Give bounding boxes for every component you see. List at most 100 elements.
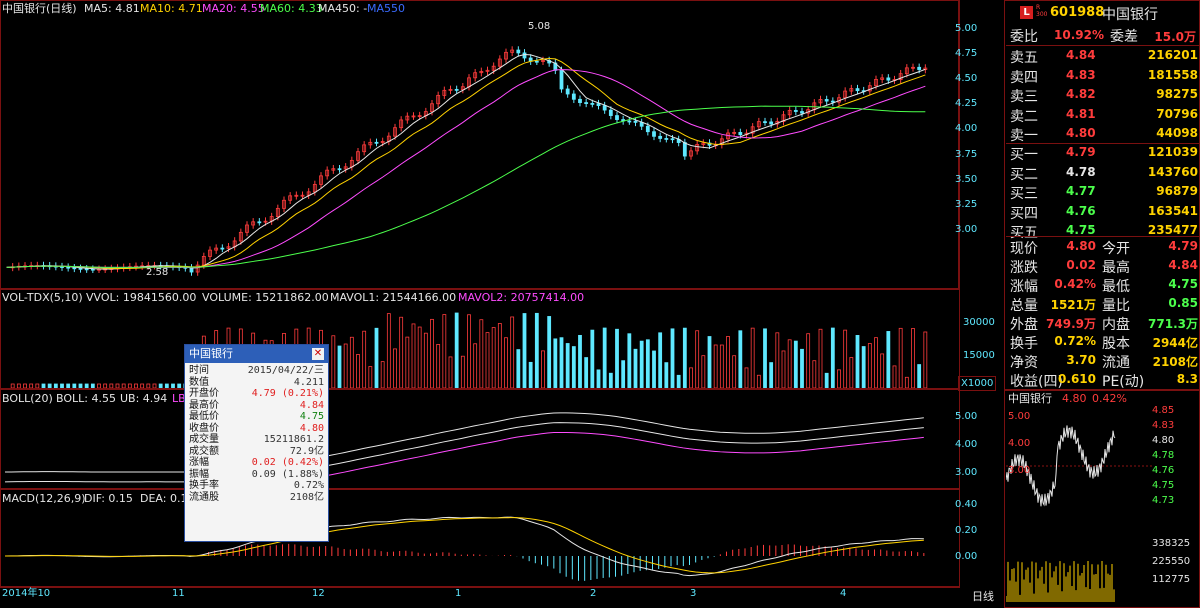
stat-row: 收益(四) 0.610 PE(动) 8.3 bbox=[1006, 370, 1200, 390]
intraday-chart[interactable] bbox=[1006, 404, 1152, 604]
candle-body bbox=[337, 168, 342, 171]
stat-label: 净资 bbox=[1010, 355, 1038, 371]
volume-bar bbox=[744, 367, 749, 388]
volume-bar bbox=[781, 350, 786, 388]
volume-bar bbox=[393, 348, 397, 388]
bid-row[interactable]: 买一 4.79 121039 bbox=[1006, 143, 1200, 163]
volume-bar bbox=[898, 327, 903, 388]
macd-chart[interactable] bbox=[0, 504, 958, 588]
tooltip-row-label: 振幅 bbox=[189, 468, 209, 480]
candle-body bbox=[257, 221, 262, 224]
tooltip-row: 开盘价 4.79 (0.21%) bbox=[185, 388, 328, 400]
intraday-price-tick: 4.83 bbox=[1152, 420, 1175, 431]
bid-row[interactable]: 买四 4.76 163541 bbox=[1006, 202, 1200, 222]
order-level-volume: 70796 bbox=[1156, 106, 1198, 121]
volume-bar bbox=[719, 344, 724, 388]
volume-bar bbox=[436, 344, 441, 388]
volume-bar bbox=[633, 348, 638, 388]
order-level-label: 买二 bbox=[1010, 166, 1038, 183]
candle-body bbox=[565, 88, 570, 95]
order-level-label: 买四 bbox=[1010, 205, 1038, 222]
ask-row[interactable]: 卖五 4.84 216201 bbox=[1006, 46, 1200, 66]
volume-bar bbox=[510, 316, 515, 388]
moving-average-line bbox=[6, 105, 926, 268]
macd-dea-line bbox=[4, 517, 924, 574]
intraday-price-tick: 4.78 bbox=[1152, 450, 1175, 461]
volume-bar bbox=[713, 344, 718, 388]
ask-row[interactable]: 卖一 4.80 44098 bbox=[1006, 124, 1200, 144]
stat-label: 换手 bbox=[1010, 336, 1038, 352]
candle-body bbox=[652, 131, 656, 137]
stat-row: 涨跌 0.02 最高 4.84 bbox=[1006, 256, 1200, 276]
candle-body bbox=[596, 103, 601, 106]
mini-subtitle: 日线 bbox=[972, 590, 994, 603]
stat-value: 0.02 bbox=[1066, 258, 1096, 272]
volume-chart[interactable] bbox=[0, 304, 958, 388]
bid-row[interactable]: 买二 4.78 143760 bbox=[1006, 163, 1200, 183]
volume-bar bbox=[127, 383, 132, 388]
tooltip-titlebar[interactable]: 中国银行 ✕ bbox=[185, 345, 328, 363]
volume-bar bbox=[923, 331, 928, 388]
intraday-volume-tick: 112775 bbox=[1152, 574, 1191, 585]
quote-header: L R 300 601988 中国银行 bbox=[1006, 4, 1200, 24]
volume-bar bbox=[670, 328, 675, 388]
intraday-price-tick: 4.75 bbox=[1152, 480, 1175, 491]
mini-left-tick: 4.00 bbox=[1008, 438, 1031, 449]
volume-bar bbox=[53, 383, 58, 388]
tooltip-row: 换手率 0.72% bbox=[185, 480, 328, 492]
data-tooltip-window[interactable]: 中国银行 ✕ 时间 2015/04/22/三 数值 4.211 开盘价 4.79 (0.2… bbox=[184, 344, 329, 542]
volume-bar bbox=[639, 340, 644, 388]
candlestick-chart[interactable] bbox=[0, 14, 958, 288]
candle-body bbox=[90, 268, 95, 271]
volume-bar bbox=[349, 336, 354, 388]
volume-bar bbox=[874, 337, 878, 388]
candle-body bbox=[645, 125, 650, 133]
order-level-volume: 163541 bbox=[1147, 203, 1198, 218]
candle-body bbox=[608, 109, 613, 116]
tooltip-row: 数值 4.211 bbox=[185, 377, 328, 389]
mini-left-tick: 3.00 bbox=[1008, 465, 1031, 476]
volume-bar bbox=[78, 383, 83, 388]
volume-bar bbox=[911, 328, 915, 388]
high-price-label: 5.08 bbox=[528, 21, 551, 32]
close-icon[interactable]: ✕ bbox=[312, 348, 324, 360]
volume-bar bbox=[146, 383, 151, 388]
tooltip-row-label: 时间 bbox=[189, 365, 209, 376]
volume-bar bbox=[553, 338, 558, 388]
volume-bar bbox=[855, 335, 860, 388]
quote-weibi-row: 委比 10.92% 委差 15.0万 bbox=[1006, 25, 1200, 46]
volume-bar bbox=[140, 383, 145, 388]
order-level-price: 4.84 bbox=[1066, 48, 1096, 62]
volume-bar bbox=[23, 383, 27, 388]
volume-bar bbox=[448, 356, 453, 388]
boll-chart[interactable] bbox=[0, 404, 958, 488]
stat-value: 771.3万 bbox=[1148, 317, 1198, 331]
volume-bar bbox=[701, 355, 706, 388]
volume-bar bbox=[399, 316, 404, 388]
weicha-label: 委差 bbox=[1110, 29, 1138, 45]
candle-body bbox=[738, 132, 743, 136]
bid-row[interactable]: 买三 4.77 96879 bbox=[1006, 182, 1200, 202]
candle-body bbox=[72, 267, 77, 270]
mavol1-label: MAVOL1: 21544166.00 bbox=[330, 291, 457, 304]
order-level-price: 4.79 bbox=[1066, 145, 1096, 159]
tooltip-row-value: 0.09 (1.88%) bbox=[251, 468, 324, 480]
tooltip-row-label: 成交量 bbox=[189, 434, 219, 445]
candle-body bbox=[584, 102, 589, 104]
stat-label: 最高 bbox=[1102, 260, 1130, 276]
ask-row[interactable]: 卖二 4.81 70796 bbox=[1006, 105, 1200, 125]
volume-bar bbox=[534, 312, 539, 388]
volume-bar bbox=[491, 327, 496, 388]
volume-bar bbox=[134, 383, 138, 388]
x-label-jan: 1 bbox=[455, 588, 462, 599]
volume-bar bbox=[559, 337, 564, 388]
volume-bar bbox=[621, 360, 626, 388]
volume-bar bbox=[608, 372, 613, 388]
volume-bar bbox=[479, 319, 484, 388]
volume-bar bbox=[830, 327, 835, 388]
ask-row[interactable]: 卖三 4.82 98275 bbox=[1006, 85, 1200, 105]
ask-row[interactable]: 卖四 4.83 181558 bbox=[1006, 66, 1200, 86]
stat-label: 涨跌 bbox=[1010, 260, 1038, 276]
volume-bar bbox=[695, 330, 700, 388]
stat-row: 现价 4.80 今开 4.79 bbox=[1006, 237, 1200, 257]
